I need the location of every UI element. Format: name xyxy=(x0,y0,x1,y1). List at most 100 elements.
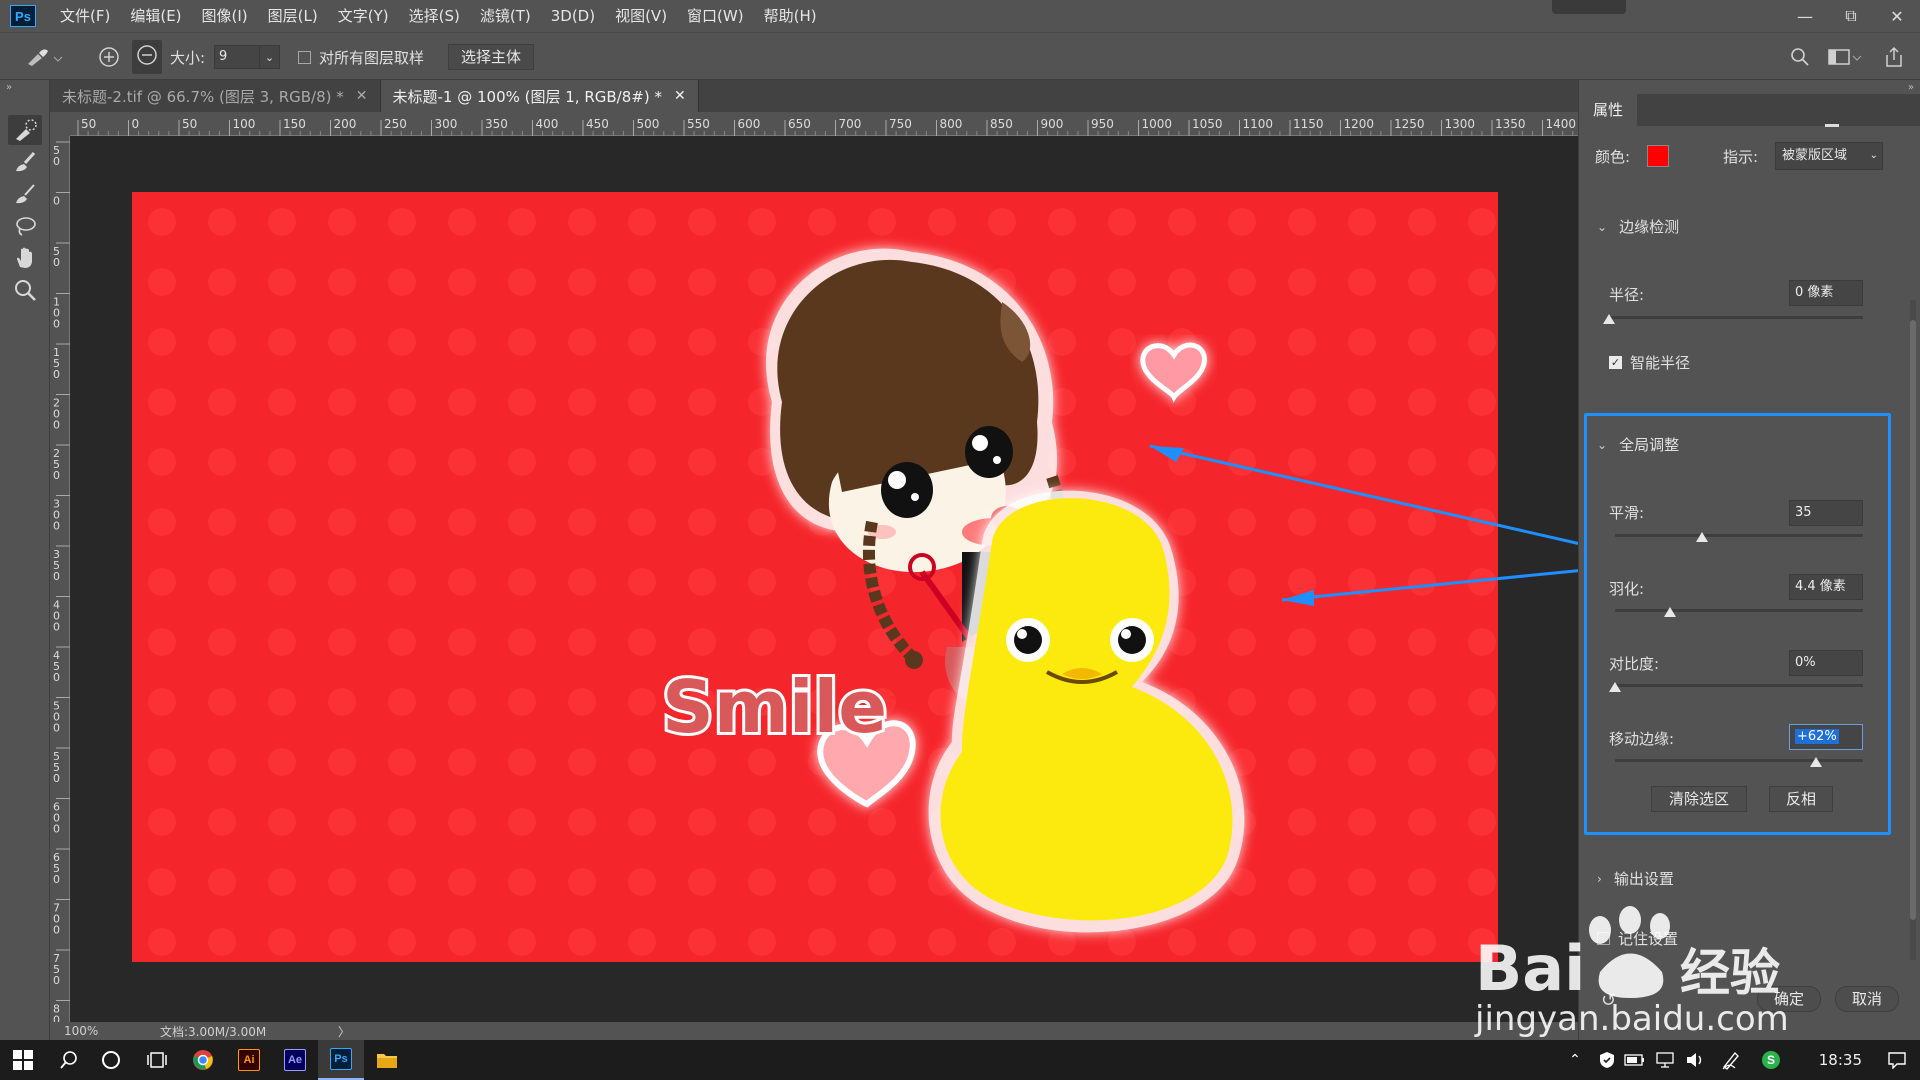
share-icon[interactable] xyxy=(1884,33,1904,81)
panel-scroll-thumb[interactable] xyxy=(1910,320,1916,920)
document-image[interactable]: Smile xyxy=(132,192,1498,962)
menu-item-5[interactable]: 选择(S) xyxy=(399,0,470,32)
panel-menu-icon[interactable] xyxy=(1825,124,1839,127)
sample-all-layers-option[interactable]: 对所有图层取样 xyxy=(298,33,424,81)
radius-slider-thumb[interactable] xyxy=(1603,314,1615,324)
photoshop-taskbar-icon[interactable]: Ps xyxy=(318,1040,364,1080)
collapse-panel-icon[interactable]: » xyxy=(6,82,12,93)
window-controls: — ⧉ ✕ xyxy=(1782,0,1920,32)
add-to-selection-icon[interactable] xyxy=(98,33,120,81)
collapse-panel-icon[interactable]: » xyxy=(1908,82,1914,93)
tools-panel: » xyxy=(0,80,50,1040)
ruler-label: 650 xyxy=(788,117,811,131)
ruler-label: 0 xyxy=(53,195,60,208)
indicate-select[interactable]: 被蒙版区域 ⌄ xyxy=(1775,142,1883,170)
chevron-right-icon: › xyxy=(1597,871,1602,886)
ruler-label: 1250 xyxy=(1394,117,1425,131)
menu-item-7[interactable]: 3D(D) xyxy=(541,0,605,32)
close-icon[interactable]: ✕ xyxy=(674,88,686,104)
ruler-label: 600 xyxy=(738,117,761,131)
close-icon[interactable]: ✕ xyxy=(356,88,368,104)
input-method-icon[interactable]: S xyxy=(1748,1040,1794,1080)
radius-input[interactable]: 0 像素 xyxy=(1789,280,1863,306)
chrome-icon[interactable] xyxy=(180,1040,226,1080)
hand-tool-icon[interactable] xyxy=(8,243,42,273)
color-swatch[interactable] xyxy=(1647,145,1669,167)
ruler-label: 0 xyxy=(132,117,140,131)
close-icon[interactable]: ✕ xyxy=(1874,0,1920,32)
ruler-label: 0 xyxy=(53,823,60,836)
ruler-left-ticks: 5005010015020025030035040045050055060065… xyxy=(53,141,70,1027)
menu-item-6[interactable]: 滤镜(T) xyxy=(470,0,541,32)
smart-radius-checkbox[interactable]: ✓ xyxy=(1609,356,1622,369)
cortana-icon[interactable] xyxy=(88,1040,134,1080)
sample-all-layers-checkbox[interactable] xyxy=(298,50,311,64)
tab-properties[interactable]: 属性 xyxy=(1579,94,1638,126)
status-menu-icon[interactable]: 〉 xyxy=(338,1023,350,1040)
color-label: 颜色: xyxy=(1595,148,1631,166)
ruler-label: 0 xyxy=(53,722,60,735)
menu-item-4[interactable]: 文字(Y) xyxy=(328,0,399,32)
size-label: 大小: xyxy=(170,48,206,67)
after-effects-icon[interactable]: Ae xyxy=(272,1040,318,1080)
ruler-label: 0 xyxy=(53,469,60,482)
ruler-label: 0 xyxy=(53,772,60,785)
quick-selection-tool-preset-icon[interactable] xyxy=(24,33,64,81)
workspace-switcher[interactable] xyxy=(1552,0,1626,14)
quick-selection-tool-icon[interactable] xyxy=(8,115,42,145)
panel-scrollbar[interactable] xyxy=(1910,300,1916,960)
file-explorer-icon[interactable] xyxy=(364,1040,410,1080)
menu-item-2[interactable]: 图像(I) xyxy=(192,0,258,32)
search-icon[interactable] xyxy=(1790,33,1810,81)
ruler-left[interactable]: 5005010015020025030035040045050055060065… xyxy=(50,136,70,1027)
notification-icon[interactable] xyxy=(1874,1040,1920,1080)
zoom-level[interactable]: 100% xyxy=(64,1024,150,1038)
menu-item-0[interactable]: 文件(F) xyxy=(50,0,120,32)
ruler-label: 0 xyxy=(53,419,60,432)
ruler-label: 750 xyxy=(889,117,912,131)
ruler-label: 450 xyxy=(586,117,609,131)
windows-start-icon[interactable] xyxy=(0,1040,46,1080)
clock[interactable]: 18:35 xyxy=(1819,1040,1862,1080)
watermark-jingyan: 经验 xyxy=(1680,944,1780,1002)
menu-item-10[interactable]: 帮助(H) xyxy=(754,0,827,32)
ruler-label: 700 xyxy=(839,117,862,131)
ruler-label: 0 xyxy=(53,1014,60,1023)
tab-label: 未标题-2.tif @ 66.7% (图层 3, RGB/8) * xyxy=(62,87,344,106)
ruler-label: 900 xyxy=(1041,117,1064,131)
ruler-label: 100 xyxy=(233,117,256,131)
subtract-from-selection-icon[interactable] xyxy=(132,33,162,81)
tab-untitled-2[interactable]: 未标题-2.tif @ 66.7% (图层 3, RGB/8) * ✕ xyxy=(50,80,381,112)
ruler-label: 850 xyxy=(990,117,1013,131)
lasso-tool-icon[interactable] xyxy=(8,211,42,241)
refine-brush-tool-icon[interactable] xyxy=(8,147,42,177)
photoshop-logo: Ps xyxy=(10,5,36,27)
ruler-label: 50 xyxy=(182,117,197,131)
size-input[interactable]: 9 xyxy=(214,45,260,69)
task-view-icon[interactable] xyxy=(134,1040,180,1080)
radius-slider[interactable] xyxy=(1609,316,1863,319)
workspace-icon[interactable] xyxy=(1828,33,1862,81)
size-field[interactable]: 9 ⌄ xyxy=(214,33,280,81)
ruler-top[interactable]: 50 0 50 100 150 200 250 300 350 400 450 500 550 600 65… xyxy=(70,112,1584,136)
zoom-tool-icon[interactable] xyxy=(8,275,42,305)
menu-item-3[interactable]: 图层(L) xyxy=(258,0,328,32)
chevron-down-icon[interactable]: ⌄ xyxy=(260,45,280,69)
illustrator-icon[interactable]: Ai xyxy=(226,1040,272,1080)
restore-icon[interactable]: ⧉ xyxy=(1828,0,1874,32)
watermark-url: jingyan.baidu.com xyxy=(1474,999,1789,1039)
menu-item-1[interactable]: 编辑(E) xyxy=(120,0,191,32)
menu-item-8[interactable]: 视图(V) xyxy=(605,0,677,32)
smart-radius-label: 智能半径 xyxy=(1630,354,1691,372)
minimize-icon[interactable]: — xyxy=(1782,0,1828,32)
ruler-label: 1150 xyxy=(1293,117,1324,131)
section-edge-detection[interactable]: ⌄ 边缘检测 xyxy=(1597,216,1679,237)
menu-item-9[interactable]: 窗口(W) xyxy=(677,0,754,32)
ruler-label: 350 xyxy=(485,117,508,131)
tab-untitled-1[interactable]: 未标题-1 @ 100% (图层 1, RGB/8#) * ✕ xyxy=(380,80,699,112)
section-output-settings[interactable]: › 输出设置 xyxy=(1597,868,1674,889)
select-subject-button[interactable]: 选择主体 xyxy=(448,44,535,70)
smart-radius-option[interactable]: ✓ 智能半径 xyxy=(1609,352,1690,373)
search-icon[interactable] xyxy=(46,1040,92,1080)
brush-tool-icon[interactable] xyxy=(8,179,42,209)
